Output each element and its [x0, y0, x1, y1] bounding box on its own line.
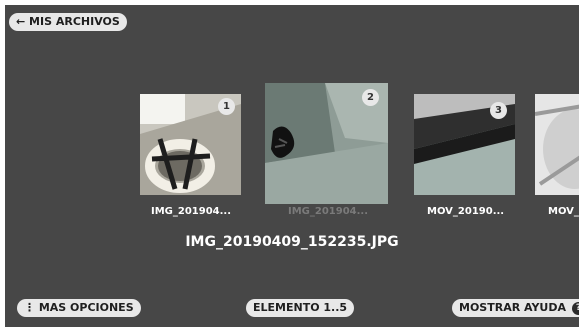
thumbnail-image: [535, 94, 579, 195]
element-counter-label: ELEMENTO 1..5: [253, 301, 348, 314]
thumbnail-caption: IMG_201904...: [288, 206, 369, 217]
help-icon: ?: [572, 301, 579, 315]
thumbnail-caption: IMG_201904...: [151, 206, 232, 217]
selection-order-badge: 3: [490, 102, 507, 119]
selection-order-badge: 1: [218, 98, 235, 115]
thumbnail-3[interactable]: 3: [414, 94, 515, 195]
thumbnail-caption: MOV_: [548, 206, 579, 217]
more-options-label: ⋮ MAS OPCIONES: [24, 301, 134, 314]
thumbnail-1[interactable]: 1: [140, 94, 241, 195]
thumbnail-2-selected[interactable]: 2: [265, 83, 388, 204]
current-file-name: IMG_20190409_152235.JPG: [185, 234, 399, 250]
element-counter[interactable]: ELEMENTO 1..5: [246, 299, 355, 317]
thumbnail-4[interactable]: [535, 94, 579, 195]
show-help-button[interactable]: MOSTRAR AYUDA ?: [452, 299, 579, 317]
more-options-button[interactable]: ⋮ MAS OPCIONES: [17, 299, 141, 317]
back-to-my-files-button[interactable]: ← MIS ARCHIVOS: [9, 13, 127, 31]
back-label: ← MIS ARCHIVOS: [16, 15, 120, 28]
show-help-label: MOSTRAR AYUDA: [459, 301, 567, 314]
thumbnail-caption: MOV_20190...: [427, 206, 505, 217]
selection-order-badge: 2: [362, 89, 379, 106]
photo-browser-screen: ← MIS ARCHIVOS 1 IMG_201904... 2 IMG_201…: [5, 5, 579, 327]
